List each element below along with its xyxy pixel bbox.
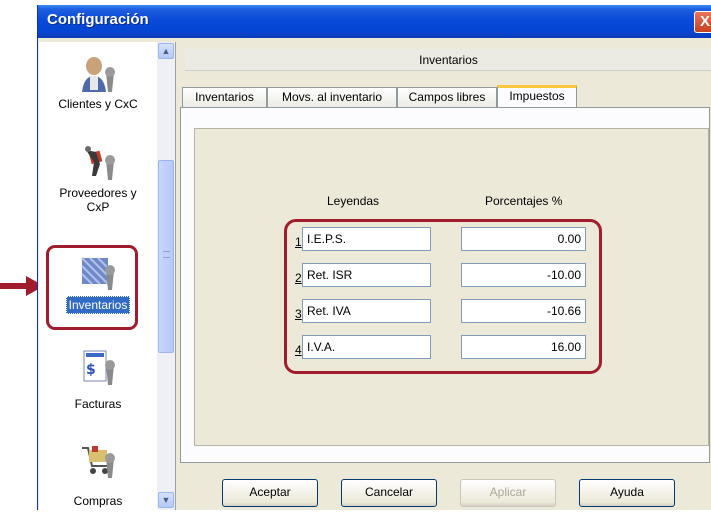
window-title: Configuración bbox=[47, 11, 149, 28]
tab-free-fields[interactable]: Campos libres bbox=[397, 87, 497, 107]
taxes-tab-page: Leyendas Porcentajes % 1 I.E.P.S. 0.00 2… bbox=[180, 107, 710, 463]
sidebar-item-label: Clientes y CxC bbox=[58, 97, 138, 111]
sidebar-item-label: Inventarios bbox=[65, 296, 131, 314]
legend-field-1[interactable]: I.E.P.S. bbox=[302, 227, 431, 251]
row-number: 3 bbox=[295, 307, 302, 321]
tab-inventory[interactable]: Inventarios bbox=[182, 87, 267, 107]
help-button[interactable]: Ayuda bbox=[579, 479, 675, 507]
sidebar-item-clients[interactable]: Clientes y CxC bbox=[39, 54, 157, 111]
sidebar-item-invoices[interactable]: $ Facturas bbox=[39, 347, 157, 411]
taxes-group: Leyendas Porcentajes % 1 I.E.P.S. 0.00 2… bbox=[194, 128, 709, 446]
sidebar: Clientes y CxC Proveedores y CxP Inventa… bbox=[39, 42, 176, 510]
row-number: 1 bbox=[295, 235, 302, 249]
invoice-wrench-icon: $ bbox=[83, 350, 115, 385]
legend-field-4[interactable]: I.V.A. bbox=[302, 335, 431, 359]
scroll-up-arrow-icon[interactable]: ▲ bbox=[158, 43, 174, 59]
section-header: Inventarios bbox=[185, 49, 711, 71]
purchases-wrench-icon bbox=[82, 446, 115, 478]
scroll-grip-icon bbox=[163, 251, 170, 258]
sidebar-item-inventory[interactable]: Inventarios bbox=[39, 252, 157, 314]
title-bar[interactable]: Configuración X bbox=[38, 5, 711, 38]
clients-wrench-icon bbox=[82, 57, 115, 92]
sidebar-item-label: Facturas bbox=[74, 397, 122, 411]
suppliers-wrench-icon bbox=[85, 146, 115, 180]
tab-inventory-movements[interactable]: Movs. al inventario bbox=[267, 87, 397, 107]
svg-text:$: $ bbox=[86, 362, 96, 378]
scroll-thumb[interactable] bbox=[158, 160, 174, 353]
sidebar-item-suppliers[interactable]: Proveedores y CxP bbox=[39, 142, 157, 214]
row-number: 2 bbox=[295, 271, 302, 285]
main-panel: Inventarios Inventarios Movs. al inventa… bbox=[178, 42, 711, 510]
row-number: 4 bbox=[295, 343, 302, 357]
percent-field-4[interactable]: 16.00 bbox=[461, 335, 586, 359]
sidebar-scrollbar[interactable]: ▲ ▼ bbox=[157, 42, 175, 510]
sidebar-item-label: Proveedores y CxP bbox=[59, 186, 137, 214]
percent-field-1[interactable]: 0.00 bbox=[461, 227, 586, 251]
percent-field-2[interactable]: -10.00 bbox=[461, 263, 586, 287]
scroll-down-arrow-icon[interactable]: ▼ bbox=[158, 492, 174, 508]
legend-field-3[interactable]: Ret. IVA bbox=[302, 299, 431, 323]
cancel-button[interactable]: Cancelar bbox=[341, 479, 437, 507]
close-button[interactable]: X bbox=[694, 11, 711, 33]
inventory-wrench-icon bbox=[81, 257, 115, 290]
percent-field-3[interactable]: -10.66 bbox=[461, 299, 586, 323]
configuration-window: Configuración X Clientes y CxC Proveedor bbox=[37, 5, 711, 510]
sidebar-item-label: Compras bbox=[73, 494, 123, 508]
legend-field-2[interactable]: Ret. ISR bbox=[302, 263, 431, 287]
accept-button[interactable]: Aceptar bbox=[222, 479, 318, 507]
percentages-column-header: Porcentajes % bbox=[485, 194, 563, 208]
legends-column-header: Leyendas bbox=[327, 194, 380, 208]
sidebar-item-purchases[interactable]: Compras bbox=[39, 440, 157, 508]
tab-taxes[interactable]: Impuestos bbox=[497, 85, 577, 108]
apply-button[interactable]: Aplicar bbox=[460, 479, 556, 507]
